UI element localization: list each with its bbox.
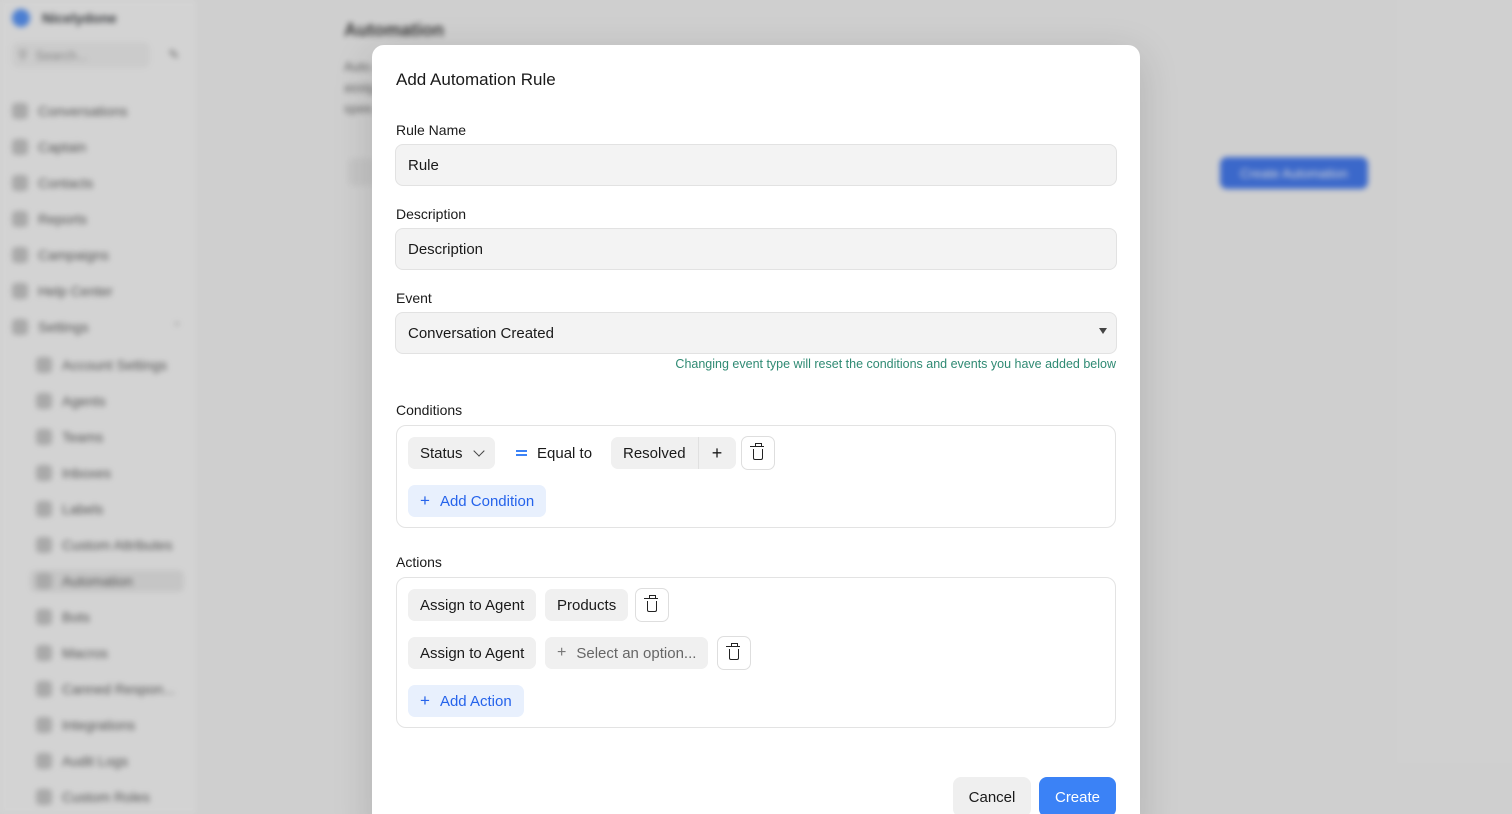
add-automation-modal: Add Automation Rule Rule Name Descriptio… bbox=[372, 45, 1140, 814]
action-type-value: Assign to Agent bbox=[420, 596, 525, 614]
action-value-select[interactable]: + Select an option... bbox=[545, 637, 709, 669]
caret-down-icon bbox=[1099, 328, 1107, 334]
cancel-button[interactable]: Cancel bbox=[953, 777, 1031, 814]
event-selected-value: Conversation Created bbox=[408, 324, 554, 342]
add-condition-label: Add Condition bbox=[439, 492, 535, 510]
delete-condition-button[interactable] bbox=[741, 436, 775, 470]
actions-label: Actions bbox=[396, 554, 442, 570]
actions-panel: Assign to Agent Products Assign to Agent… bbox=[396, 577, 1116, 728]
action-type-value: Assign to Agent bbox=[420, 644, 525, 662]
condition-attribute-value: Status bbox=[420, 444, 463, 462]
action-type-select[interactable]: Assign to Agent bbox=[408, 637, 537, 669]
modal-title: Add Automation Rule bbox=[396, 70, 556, 89]
action-value-select[interactable]: Products bbox=[545, 589, 629, 621]
delete-action-button[interactable] bbox=[635, 588, 669, 622]
chevron-down-icon bbox=[472, 445, 485, 457]
conditions-panel: Status Equal to Resolved + + Add Conditi… bbox=[396, 425, 1116, 528]
description-input[interactable] bbox=[395, 228, 1117, 270]
event-select[interactable]: Conversation Created bbox=[395, 312, 1117, 354]
condition-value-select[interactable]: Resolved + bbox=[611, 437, 736, 469]
conditions-label: Conditions bbox=[396, 402, 463, 418]
rule-name-label: Rule Name bbox=[396, 122, 467, 138]
plus-icon[interactable]: + bbox=[697, 437, 736, 469]
trash-icon bbox=[726, 643, 740, 660]
plus-icon: + bbox=[420, 691, 430, 710]
event-hint: Changing event type will reset the condi… bbox=[675, 357, 1116, 371]
condition-attribute-select[interactable]: Status bbox=[408, 437, 495, 469]
plus-icon: + bbox=[557, 644, 567, 661]
description-label: Description bbox=[396, 206, 467, 222]
action-value-placeholder: Select an option... bbox=[576, 644, 697, 662]
trash-icon bbox=[750, 443, 764, 460]
action-type-select[interactable]: Assign to Agent bbox=[408, 589, 537, 621]
rule-name-input[interactable] bbox=[395, 144, 1117, 186]
add-condition-button[interactable]: + Add Condition bbox=[408, 485, 547, 517]
delete-action-button[interactable] bbox=[717, 636, 751, 670]
trash-icon bbox=[644, 595, 658, 612]
plus-icon: + bbox=[420, 491, 430, 510]
condition-operator-select[interactable]: Equal to bbox=[516, 437, 592, 469]
create-button[interactable]: Create bbox=[1039, 777, 1116, 814]
equals-icon bbox=[516, 450, 527, 456]
action-value: Products bbox=[557, 596, 617, 614]
condition-operator-value: Equal to bbox=[537, 444, 593, 462]
event-label: Event bbox=[396, 290, 432, 306]
condition-value: Resolved bbox=[623, 444, 686, 462]
add-action-label: Add Action bbox=[439, 692, 512, 710]
add-action-button[interactable]: + Add Action bbox=[408, 685, 524, 717]
